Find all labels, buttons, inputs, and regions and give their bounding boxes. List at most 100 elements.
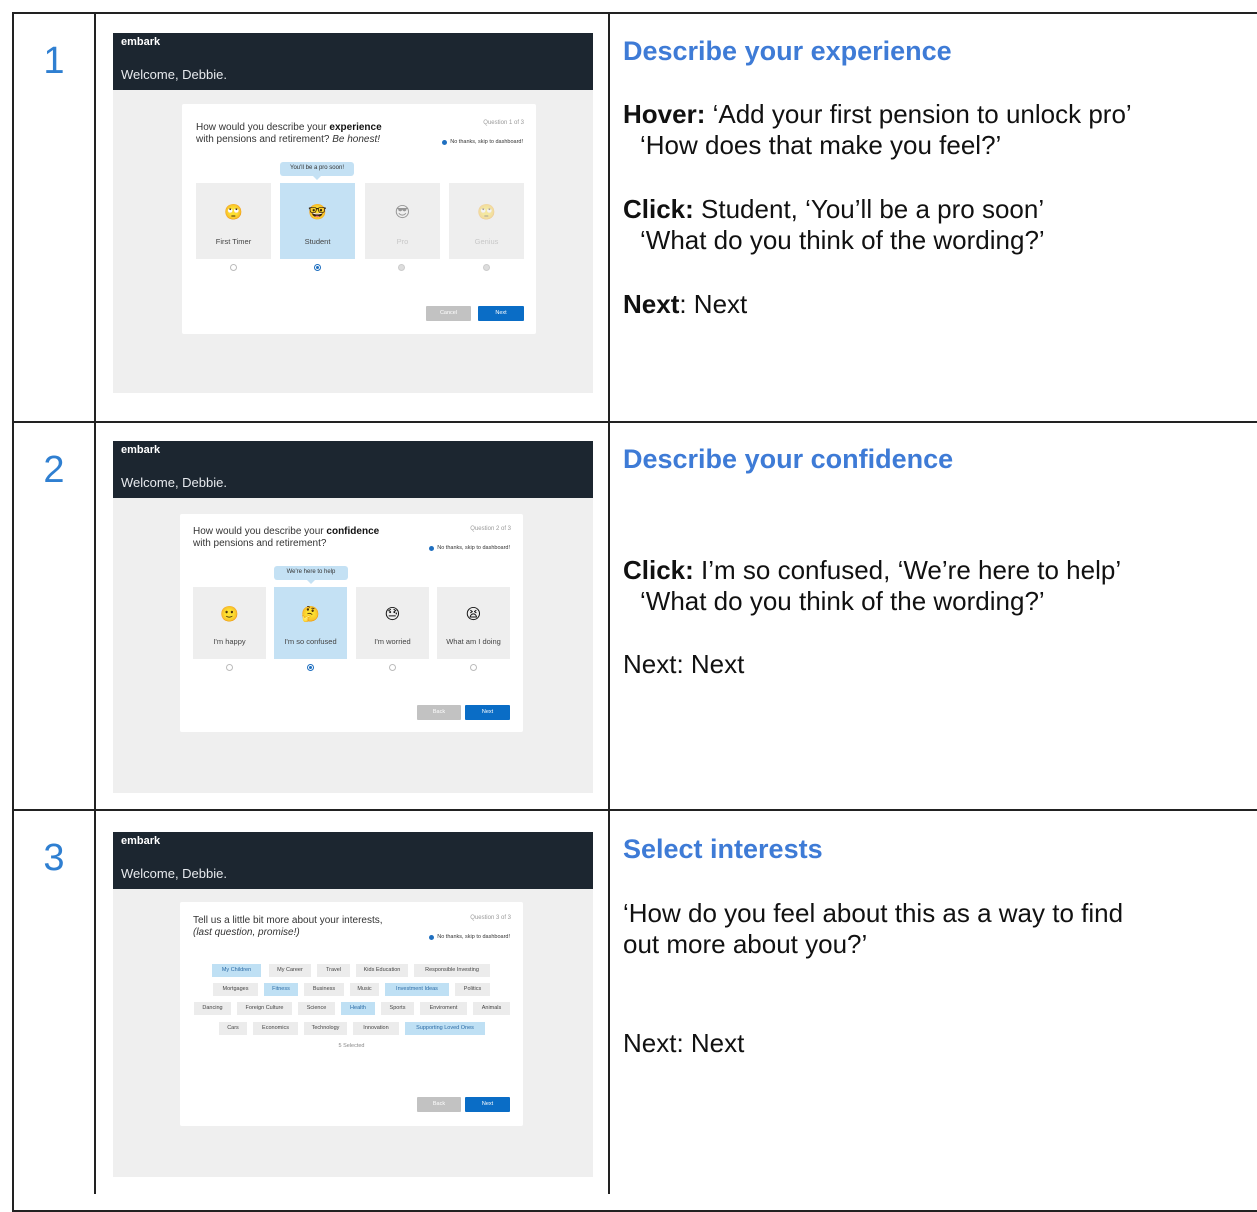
radio-dot-icon — [429, 545, 435, 551]
step-title: Describe your confidence — [623, 444, 954, 474]
next-button[interactable]: Next — [465, 1097, 510, 1112]
next-note: Next: Next — [623, 649, 745, 679]
interest-chip[interactable]: Cars — [219, 1022, 247, 1035]
interest-chip[interactable]: Animals — [473, 1002, 510, 1015]
option-radio[interactable] — [389, 664, 396, 671]
tooltip: You'll be a pro soon! — [280, 162, 354, 180]
interest-chip[interactable]: Mortgages — [213, 983, 258, 996]
option-card[interactable]: 🙂 I'm happy — [193, 587, 266, 659]
question-card: How would you describe your confidence w… — [180, 514, 523, 732]
option-card[interactable]: 😎 Pro — [365, 183, 440, 259]
selected-count: 5 Selected — [338, 1043, 365, 1049]
option-label: Genius — [474, 237, 499, 246]
next-note: Next: Next — [623, 289, 748, 319]
back-button[interactable]: Back — [417, 705, 461, 720]
option-card[interactable]: 🙄 First Timer — [196, 183, 271, 259]
interest-chip[interactable]: Economics — [253, 1022, 298, 1035]
option-label: First Timer — [215, 237, 252, 246]
app-screen: embark Welcome, Debbie. How would you de… — [113, 33, 593, 393]
interest-chip[interactable]: Responsible Investing — [414, 964, 490, 977]
question-counter: Question 1 of 3 — [483, 120, 524, 126]
question-title: Tell us a little bit more about your int… — [193, 915, 383, 938]
interest-chip[interactable]: Music — [350, 983, 379, 996]
step-notes: Select interests ‘How do you feel about … — [623, 834, 1253, 1059]
top-bar: embark Welcome, Debbie. — [113, 33, 593, 90]
skip-label: No thanks, skip to dashboard! — [437, 545, 510, 551]
option-radio[interactable] — [314, 264, 321, 271]
interest-chip[interactable]: Travel — [317, 964, 350, 977]
cancel-button[interactable]: Cancel — [426, 306, 471, 321]
option-radio[interactable] — [470, 664, 477, 671]
question-card: Tell us a little bit more about your int… — [180, 902, 523, 1126]
thinking-face-icon: 🙄 — [477, 203, 496, 221]
interest-chip[interactable]: Kids Education — [356, 964, 408, 977]
interest-chip[interactable]: Foreign Culture — [237, 1002, 292, 1015]
interest-chip[interactable]: Science — [298, 1002, 335, 1015]
question-note: ‘How do you feel about this as a way to … — [623, 898, 1124, 959]
interest-chip[interactable]: Politics — [455, 983, 490, 996]
option-label: Student — [304, 237, 331, 246]
interest-chip[interactable]: Investment Ideas — [385, 983, 449, 996]
tooltip: We're here to help — [274, 566, 348, 584]
interest-chip[interactable]: My Children — [212, 964, 261, 977]
nerd-face-icon: 🤓 — [308, 203, 327, 221]
option-radio[interactable] — [230, 264, 237, 271]
option-radio[interactable] — [226, 664, 233, 671]
interest-chip[interactable]: Enviroment — [420, 1002, 467, 1015]
interest-chip[interactable]: Health — [341, 1002, 375, 1015]
option-label: I'm happy — [213, 637, 246, 646]
question-card: How would you describe your experience w… — [182, 104, 536, 334]
step-number: 2 — [43, 449, 65, 491]
step-number: 1 — [43, 40, 65, 82]
column-divider — [608, 12, 610, 1194]
step-number: 3 — [43, 837, 65, 879]
app-screen: embark Welcome, Debbie. Tell us a little… — [113, 832, 593, 1177]
option-card[interactable]: 😫 What am I doing — [437, 587, 510, 659]
downcast-sweat-face-icon: 😓 — [384, 606, 401, 624]
top-bar: embark Welcome, Debbie. — [113, 441, 593, 498]
step-notes: Describe your experience Hover: ‘Add you… — [623, 36, 1253, 320]
interest-chip[interactable]: My Career — [269, 964, 311, 977]
option-label: I'm worried — [374, 637, 411, 646]
skip-to-dashboard-link[interactable]: No thanks, skip to dashboard! — [429, 545, 510, 551]
option-radio[interactable] — [483, 264, 490, 271]
row-divider — [12, 809, 1257, 811]
top-bar: embark Welcome, Debbie. — [113, 832, 593, 889]
question-counter: Question 2 of 3 — [470, 526, 511, 532]
app-screen: embark Welcome, Debbie. How would you de… — [113, 441, 593, 793]
skip-to-dashboard-link[interactable]: No thanks, skip to dashboard! — [442, 139, 523, 145]
option-card[interactable]: 🤓 Student — [280, 183, 355, 259]
interest-chip[interactable]: Innovation — [353, 1022, 399, 1035]
thinking-face-icon: 🤔 — [301, 606, 320, 624]
question-title: How would you describe your confidence w… — [193, 526, 380, 549]
interest-chip[interactable]: Technology — [304, 1022, 347, 1035]
question-counter: Question 3 of 3 — [470, 915, 511, 921]
option-card[interactable]: 🙄 Genius — [449, 183, 524, 259]
option-radio[interactable] — [398, 264, 405, 271]
interest-chip[interactable]: Business — [304, 983, 344, 996]
interest-chip[interactable]: Fitness — [264, 983, 298, 996]
interest-chip[interactable]: Sports — [381, 1002, 414, 1015]
next-button[interactable]: Next — [465, 705, 510, 720]
option-label: I'm so confused — [284, 637, 337, 646]
next-note: Next: Next — [623, 1028, 745, 1058]
click-note: Click: I’m so confused, ‘We’re here to h… — [623, 555, 1122, 616]
next-button[interactable]: Next — [478, 306, 524, 321]
interest-chip[interactable]: Supporting Loved Ones — [405, 1022, 485, 1035]
slightly-smiling-face-icon: 🙂 — [220, 606, 239, 624]
skip-to-dashboard-link[interactable]: No thanks, skip to dashboard! — [429, 934, 510, 940]
interest-chip[interactable]: Dancing — [194, 1002, 231, 1015]
tired-face-icon: 😫 — [465, 606, 482, 624]
brand-logo: embark — [121, 444, 161, 456]
brand-logo: embark — [121, 835, 161, 847]
radio-dot-icon — [429, 934, 435, 940]
option-card[interactable]: 😓 I'm worried — [356, 587, 429, 659]
column-divider — [94, 12, 96, 1194]
rolling-eyes-face-icon: 🙄 — [224, 203, 243, 221]
welcome-text: Welcome, Debbie. — [121, 866, 227, 881]
back-button[interactable]: Back — [417, 1097, 461, 1112]
question-title: How would you describe your experience w… — [196, 122, 382, 145]
option-radio[interactable] — [307, 664, 314, 671]
welcome-text: Welcome, Debbie. — [121, 67, 227, 82]
option-card[interactable]: 🤔 I'm so confused — [274, 587, 347, 659]
